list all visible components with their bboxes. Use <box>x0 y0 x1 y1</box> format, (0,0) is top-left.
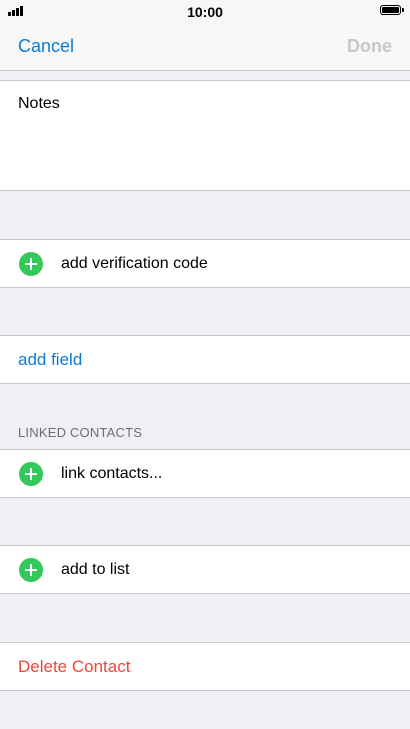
status-time: 10:00 <box>187 4 223 20</box>
add-field-label: add field <box>18 349 83 369</box>
add-to-list-label: add to list <box>61 560 130 578</box>
delete-contact-label: Delete Contact <box>18 656 131 676</box>
status-bar: 10:00 <box>0 0 410 22</box>
add-icon[interactable] <box>19 557 43 582</box>
notes-label: Notes <box>18 95 60 112</box>
add-icon[interactable] <box>19 251 43 276</box>
notes-field[interactable]: Notes <box>0 80 410 191</box>
battery-icon <box>380 5 401 15</box>
cancel-button[interactable]: Cancel <box>18 36 74 57</box>
add-verification-code-row[interactable]: add verification code <box>0 239 410 288</box>
linked-contacts-header: LINKED CONTACTS <box>18 425 143 440</box>
add-field-row[interactable]: add field <box>0 335 410 384</box>
done-button[interactable]: Done <box>347 36 392 57</box>
add-icon[interactable] <box>19 461 43 486</box>
delete-contact-row[interactable]: Delete Contact <box>0 642 410 691</box>
add-to-list-row[interactable]: add to list <box>0 545 410 594</box>
battery-cap <box>402 8 404 12</box>
navigation-bar: Cancel Done <box>0 22 410 71</box>
add-verification-code-label: add verification code <box>61 254 208 272</box>
link-contacts-row[interactable]: link contacts... <box>0 449 410 498</box>
link-contacts-label: link contacts... <box>61 464 163 482</box>
